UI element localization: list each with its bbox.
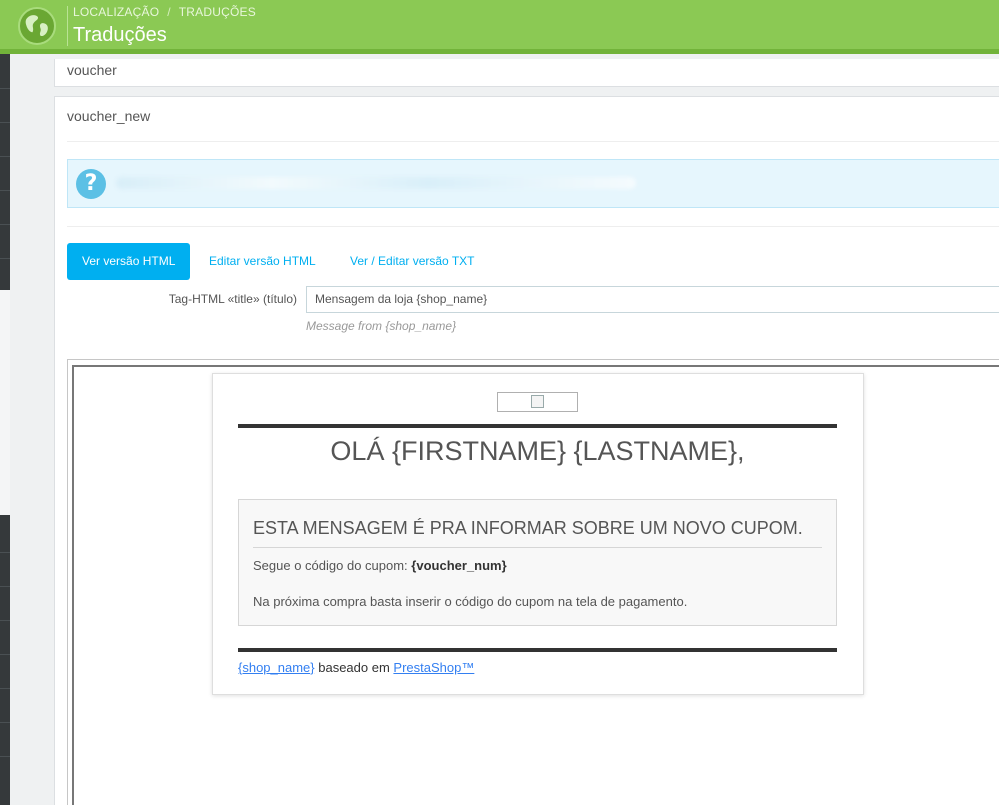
sidebar-divider bbox=[0, 586, 10, 587]
template-panel-voucher-new: voucher_new ? Ver versão HTML Editar ver… bbox=[54, 96, 999, 805]
email-greeting: OLÁ {FIRSTNAME} {LASTNAME}, bbox=[330, 436, 745, 466]
sidebar-submenu bbox=[0, 290, 10, 515]
email-preview-canvas: OLÁ {FIRSTNAME} {LASTNAME}, ESTA MENSAGE… bbox=[72, 365, 999, 805]
breadcrumb-item-localization[interactable]: LOCALIZAÇÃO bbox=[73, 5, 159, 19]
footer-text: baseado em bbox=[314, 660, 394, 675]
prestashop-link[interactable]: PrestaShop™ bbox=[393, 660, 474, 675]
voucher-code-value: {voucher_num} bbox=[411, 558, 507, 573]
sidebar-divider bbox=[0, 156, 10, 157]
page-header: LOCALIZAÇÃO / TRADUÇÕES Traduções bbox=[0, 0, 999, 54]
divider bbox=[253, 547, 822, 548]
question-icon: ? bbox=[76, 169, 106, 199]
redacted-text bbox=[116, 177, 636, 189]
shop-name-link[interactable]: {shop_name} bbox=[238, 660, 315, 675]
title-tag-help: Message from {shop_name} bbox=[306, 319, 457, 333]
email-message-box: ESTA MENSAGEM É PRA INFORMAR SOBRE UM NO… bbox=[238, 499, 837, 626]
email-message-title: ESTA MENSAGEM É PRA INFORMAR SOBRE UM NO… bbox=[253, 518, 803, 538]
template-panel-voucher[interactable]: voucher bbox=[54, 59, 999, 87]
tab-view-html[interactable]: Ver versão HTML bbox=[67, 243, 191, 280]
header-divider bbox=[67, 6, 68, 46]
sidebar-divider bbox=[0, 224, 10, 225]
sidebar-divider bbox=[0, 190, 10, 191]
breadcrumb-separator: / bbox=[167, 5, 171, 19]
breadcrumb: LOCALIZAÇÃO / TRADUÇÕES bbox=[73, 5, 256, 19]
sidebar-divider bbox=[0, 552, 10, 553]
shop-logo-image bbox=[497, 392, 578, 412]
divider bbox=[67, 141, 999, 142]
sidebar-divider bbox=[0, 122, 10, 123]
divider bbox=[67, 226, 999, 227]
title-tag-label: Tag-HTML «title» (título) bbox=[168, 292, 297, 306]
page-title: Traduções bbox=[73, 24, 167, 46]
globe-icon bbox=[18, 7, 56, 45]
sidebar-divider bbox=[0, 88, 10, 89]
broken-image-icon bbox=[531, 395, 544, 408]
info-alert: ? bbox=[67, 159, 999, 208]
email-preview-frame[interactable]: OLÁ {FIRSTNAME} {LASTNAME}, ESTA MENSAGE… bbox=[67, 359, 999, 805]
title-tag-input[interactable]: Mensagem da loja {shop_name} bbox=[306, 286, 999, 313]
sidebar-divider bbox=[0, 258, 10, 259]
email-body: OLÁ {FIRSTNAME} {LASTNAME}, ESTA MENSAGE… bbox=[212, 373, 864, 695]
tab-edit-html[interactable]: Editar versão HTML bbox=[209, 243, 316, 280]
sidebar-divider bbox=[0, 756, 10, 757]
email-footer: {shop_name} baseado em PrestaShop™ bbox=[238, 660, 474, 675]
template-name[interactable]: voucher_new bbox=[67, 108, 150, 124]
tab-view-edit-txt[interactable]: Ver / Editar versão TXT bbox=[350, 243, 475, 280]
voucher-instructions: Na próxima compra basta inserir o código… bbox=[253, 594, 688, 609]
template-name: voucher bbox=[67, 62, 117, 78]
sidebar-divider bbox=[0, 620, 10, 621]
voucher-code-prefix: Segue o código do cupom: bbox=[253, 558, 408, 573]
sidebar-divider bbox=[0, 654, 10, 655]
sidebar-divider bbox=[0, 722, 10, 723]
main-content: voucher voucher_new ? Ver versão HTML Ed… bbox=[10, 59, 999, 805]
sidebar-divider bbox=[0, 688, 10, 689]
breadcrumb-item-translations[interactable]: TRADUÇÕES bbox=[179, 5, 256, 19]
email-bottom-rule bbox=[238, 648, 837, 652]
admin-sidebar bbox=[0, 0, 10, 805]
email-top-rule bbox=[238, 424, 837, 428]
voucher-code-line: Segue o código do cupom: {voucher_num} bbox=[253, 558, 507, 573]
